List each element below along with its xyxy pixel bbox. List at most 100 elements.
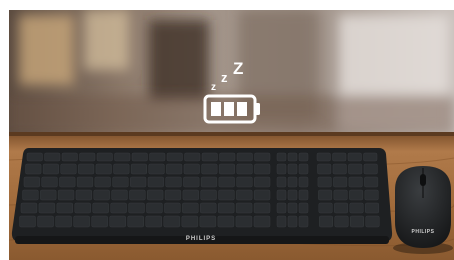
keyboard-key — [75, 189, 92, 201]
keyboard-key — [61, 152, 78, 162]
keyboard-key — [218, 176, 235, 188]
keyboard-key — [25, 163, 42, 175]
keyboard-key — [287, 152, 298, 162]
keyboard-key — [165, 176, 182, 188]
keyboard-key — [182, 189, 199, 201]
keyboard-key — [129, 189, 146, 201]
keyboard-key — [76, 176, 94, 188]
keyboard-key — [73, 215, 90, 228]
keyboard-key — [44, 152, 61, 162]
keyboard-key — [184, 152, 201, 162]
keyboard-key — [348, 163, 363, 175]
keyboard-key — [276, 176, 287, 188]
keyboard-key — [57, 189, 75, 201]
keyboard-key — [236, 163, 253, 175]
keyboard-key — [112, 176, 129, 188]
keyboard-key — [147, 176, 164, 188]
keyboard-key — [364, 176, 379, 188]
keyboard-key — [182, 202, 199, 214]
keyboard-key — [128, 202, 145, 214]
keyboard-key — [111, 189, 128, 201]
keyboard-key — [200, 176, 218, 188]
keyboard-key — [287, 163, 298, 175]
keyboard-key — [363, 163, 378, 175]
keyboard-key — [166, 152, 183, 162]
keyboard-key — [363, 152, 378, 162]
keyboard-key — [348, 176, 363, 188]
keyboard-key — [235, 202, 253, 214]
keyboard-key — [253, 189, 271, 201]
background-room — [9, 10, 454, 135]
keyboard-key — [96, 152, 113, 162]
keyboard-key — [94, 176, 111, 188]
keyboard-key — [254, 152, 271, 162]
keyboard-key — [332, 152, 347, 162]
keyboard-key — [79, 152, 96, 162]
keyboard-key — [317, 163, 332, 175]
keyboard-key — [55, 215, 72, 228]
keyboard-key — [317, 176, 332, 188]
keyboard-key — [218, 202, 235, 214]
keyboard-key — [38, 202, 56, 214]
keyboard-key — [110, 202, 127, 214]
keyboard-key — [334, 202, 348, 214]
keyboard-key — [350, 215, 364, 228]
keyboard-key — [200, 202, 217, 214]
keyboard-key — [113, 163, 130, 175]
keyboard-key — [92, 202, 109, 214]
keyboard-key — [287, 202, 298, 214]
keyboard-key — [276, 163, 287, 175]
keyboard-key — [298, 202, 309, 214]
keyboard-key — [236, 176, 253, 188]
keyboard-key — [287, 189, 298, 201]
keyboard-key — [218, 189, 235, 201]
keyboard-key — [37, 215, 54, 228]
keyboard-key — [130, 176, 147, 188]
banner-title-strip — [0, 0, 454, 10]
keyboard-key — [183, 176, 200, 188]
mouse: PHILIPS — [393, 166, 453, 254]
keyboard-key — [130, 163, 147, 175]
keyboard-key — [333, 176, 348, 188]
keyboard-key — [164, 202, 181, 214]
keyboard-key — [298, 215, 309, 228]
keyboard: PHILIPS — [11, 148, 393, 244]
keyboard-key — [298, 176, 309, 188]
svg-text:z: z — [221, 70, 228, 85]
keyboard-key — [148, 163, 165, 175]
keyboard-key — [74, 202, 91, 214]
keyboard-key — [78, 163, 95, 175]
keyboard-key — [218, 163, 235, 175]
keyboard-key — [276, 202, 287, 214]
keyboard-key — [276, 189, 287, 201]
keyboard-key — [254, 163, 271, 175]
keyboard-key — [109, 215, 126, 228]
keyboard-key — [236, 152, 253, 162]
product-photo: z z Z PHILIPS PHILIPS — [9, 10, 454, 260]
keyboard-key — [349, 202, 364, 214]
keyboard-key — [298, 152, 309, 162]
keyboard-key — [166, 163, 183, 175]
keyboard-key — [365, 215, 380, 228]
keyboard-key — [19, 215, 36, 228]
keyboard-key — [217, 215, 235, 228]
keyboard-key — [201, 163, 218, 175]
keyboard-key — [236, 189, 253, 201]
keyboard-key — [60, 163, 77, 175]
keyboard-key — [164, 189, 182, 201]
keyboard-key — [95, 163, 112, 175]
svg-text:z: z — [211, 82, 216, 93]
keyboard-key — [131, 152, 148, 162]
keyboard-key — [146, 202, 163, 214]
keyboard-key — [332, 163, 347, 175]
keyboard-key — [200, 189, 217, 201]
keyboard-key — [149, 152, 166, 162]
keyboard-key — [364, 189, 379, 201]
keyboard-key — [22, 189, 39, 201]
keyboard-key — [298, 189, 309, 201]
keyboard-key — [219, 152, 236, 162]
keyboard-key — [145, 215, 162, 228]
keyboard-key — [253, 215, 271, 228]
keyboard-key — [235, 215, 253, 228]
svg-text:Z: Z — [233, 59, 243, 78]
